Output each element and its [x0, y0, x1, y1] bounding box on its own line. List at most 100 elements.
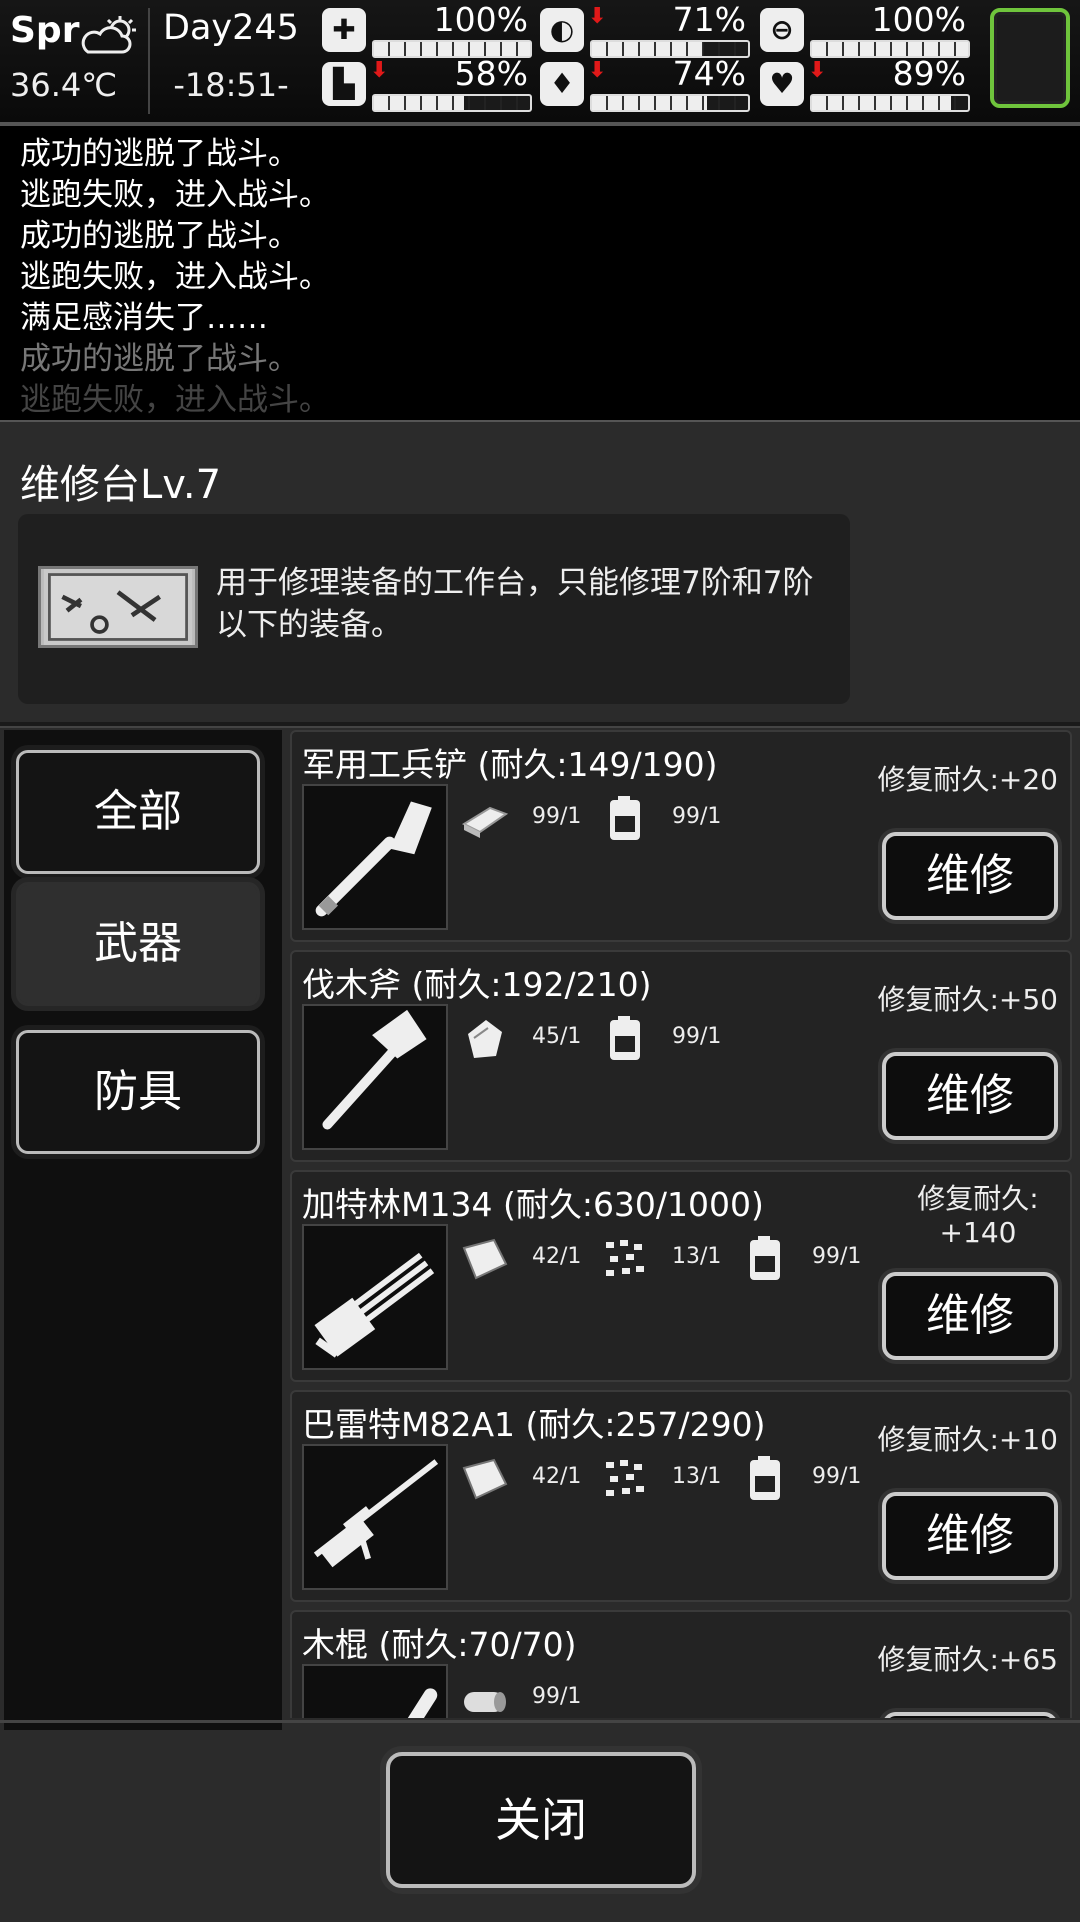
partly-cloudy-icon	[81, 16, 136, 54]
stat-bar-fill	[592, 96, 708, 110]
temperature: 36.4℃	[10, 66, 118, 104]
repair-item-row: 伐木斧 (耐久:192/210) 修复耐久:+50 45/1 99/1 维修	[290, 950, 1072, 1162]
quick-slot-button[interactable]	[990, 8, 1070, 108]
category-tab-2[interactable]: 防具	[16, 1030, 260, 1154]
log-line: 成功的逃脱了战斗。	[20, 341, 299, 377]
stat-value: 89%	[892, 54, 966, 93]
repair-button[interactable]: 维修	[882, 1272, 1058, 1360]
material-amount: 45/1	[532, 1024, 582, 1049]
parts-icon	[600, 1234, 650, 1284]
item-name: 军用工兵铲 (耐久:149/190)	[302, 745, 718, 784]
material-amount: 99/1	[532, 1684, 582, 1709]
bench-description-box: 用于修理装备的工作台，只能修理7阶和7阶以下的装备。	[18, 514, 850, 704]
material-amount: 13/1	[672, 1244, 722, 1269]
bench-title: 维修台Lv.7	[20, 462, 222, 508]
stomach-icon: ◐	[540, 8, 584, 52]
repair-button[interactable]: 维修	[882, 1492, 1058, 1580]
heart-icon: ♥	[760, 62, 804, 106]
material-amount: 42/1	[532, 1244, 582, 1269]
message-log: 成功的逃脱了战斗。 逃跑失败，进入战斗。 成功的逃脱了战斗。 逃跑失败，进入战斗。 满足…	[0, 126, 1080, 428]
plank-icon	[460, 794, 510, 844]
stat-bar-fill	[374, 96, 465, 110]
material-amount: 99/1	[672, 804, 722, 829]
stat-foot: ▙ ⬇ 58%	[322, 54, 532, 112]
stat-pill: ⊖ 100%	[760, 0, 970, 58]
material-amount: 42/1	[532, 1464, 582, 1489]
minigun-icon	[302, 1224, 448, 1370]
season-label: Spr	[10, 10, 80, 51]
item-name: 伐木斧 (耐久:192/210)	[302, 965, 652, 1004]
repair-button[interactable]: 维修	[882, 1712, 1058, 1718]
bench-description: 用于修理装备的工作台，只能修理7阶和7阶以下的装备。	[216, 565, 814, 643]
fuel-can-icon	[740, 1234, 790, 1284]
steel-sheet-icon	[460, 1234, 510, 1284]
wooden-stick-icon	[302, 1664, 448, 1718]
item-name: 木棍 (耐久:70/70)	[302, 1625, 577, 1664]
game-clock: -18:51-	[173, 66, 289, 104]
parts-icon	[600, 1454, 650, 1504]
pill-icon: ⊖	[760, 8, 804, 52]
stat-stomach: ◐ ⬇ 71%	[540, 0, 750, 58]
material-amount: 99/1	[672, 1024, 722, 1049]
metal-scrap-icon	[460, 1014, 510, 1064]
category-tab-1[interactable]: 武器	[16, 882, 260, 1006]
category-tab-0[interactable]: 全部	[16, 750, 260, 874]
material-amount: 13/1	[672, 1464, 722, 1489]
medkit-icon: ✚	[322, 8, 366, 52]
divider	[0, 722, 1080, 728]
divider	[148, 8, 150, 114]
fuel-can-icon	[600, 794, 650, 844]
stat-bar	[372, 94, 532, 112]
repair-bonus: 修复耐久:+65	[877, 1643, 1058, 1676]
material-amount: 99/1	[812, 1244, 862, 1269]
close-button[interactable]: 关闭	[386, 1752, 696, 1888]
stat-heart: ♥ ⬇ 89%	[760, 54, 970, 112]
divider	[0, 1720, 1080, 1723]
decrease-arrow-icon: ⬇	[588, 4, 607, 29]
repair-button[interactable]: 维修	[882, 832, 1058, 920]
log-line: 逃跑失败，进入战斗。	[20, 177, 330, 213]
decrease-arrow-icon: ⬇	[370, 58, 389, 83]
repair-button[interactable]: 维修	[882, 1052, 1058, 1140]
log-line: 逃跑失败，进入战斗。	[20, 382, 330, 418]
stat-value: 74%	[672, 54, 746, 93]
log-line: 成功的逃脱了战斗。	[20, 136, 299, 172]
stat-water-drop: ♦ ⬇ 74%	[540, 54, 750, 112]
repair-bonus: 修复耐久:+20	[877, 763, 1058, 796]
log-line: 满足感消失了……	[20, 300, 268, 336]
stat-bar	[590, 94, 750, 112]
stat-bar-fill	[812, 96, 951, 110]
stat-value: 100%	[433, 0, 528, 39]
sniper-rifle-icon	[302, 1444, 448, 1590]
foot-icon: ▙	[322, 62, 366, 106]
fuel-can-icon	[740, 1454, 790, 1504]
fuel-can-icon	[600, 1014, 650, 1064]
repair-item-row: 巴雷特M82A1 (耐久:257/290) 修复耐久:+10 42/1 13/1 99/…	[290, 1390, 1072, 1602]
category-column: 全部 武器 防具	[4, 730, 282, 1730]
repair-bench-icon	[38, 566, 198, 648]
repair-item-row: 加特林M134 (耐久:630/1000) 修复耐久: +140 42/1 13/1 9…	[290, 1170, 1072, 1382]
steel-sheet-icon	[460, 1454, 510, 1504]
day-counter: Day245	[163, 8, 299, 48]
stat-value: 100%	[871, 0, 966, 39]
material-amount: 99/1	[532, 804, 582, 829]
stat-value: 71%	[672, 0, 746, 39]
material-amount: 99/1	[812, 1464, 862, 1489]
item-name: 加特林M134 (耐久:630/1000)	[302, 1185, 764, 1224]
stat-bar	[810, 94, 970, 112]
log-icon	[460, 1674, 510, 1718]
decrease-arrow-icon: ⬇	[588, 58, 607, 83]
water-drop-icon: ♦	[540, 62, 584, 106]
log-line: 成功的逃脱了战斗。	[20, 218, 299, 254]
status-bar: Spr 36.4℃ Day245 -18:51- ✚ 100% ◐ ⬇ 71% ⊖ 100%…	[0, 0, 1080, 126]
repair-item-list[interactable]: 军用工兵铲 (耐久:149/190) 修复耐久:+20 99/1 99/1 维修 伐木斧 …	[288, 730, 1074, 1718]
repair-bonus: 修复耐久:+50	[877, 983, 1058, 1016]
repair-bonus: 修复耐久: +140	[917, 1182, 1039, 1249]
repair-item-row: 军用工兵铲 (耐久:149/190) 修复耐久:+20 99/1 99/1 维修	[290, 730, 1072, 942]
stat-medkit: ✚ 100%	[322, 0, 532, 58]
decrease-arrow-icon: ⬇	[808, 58, 827, 83]
stat-value: 58%	[454, 54, 528, 93]
axe-icon	[302, 1004, 448, 1150]
repair-item-row: 木棍 (耐久:70/70) 修复耐久:+65 99/1 维修	[290, 1610, 1072, 1718]
item-name: 巴雷特M82A1 (耐久:257/290)	[302, 1405, 766, 1444]
